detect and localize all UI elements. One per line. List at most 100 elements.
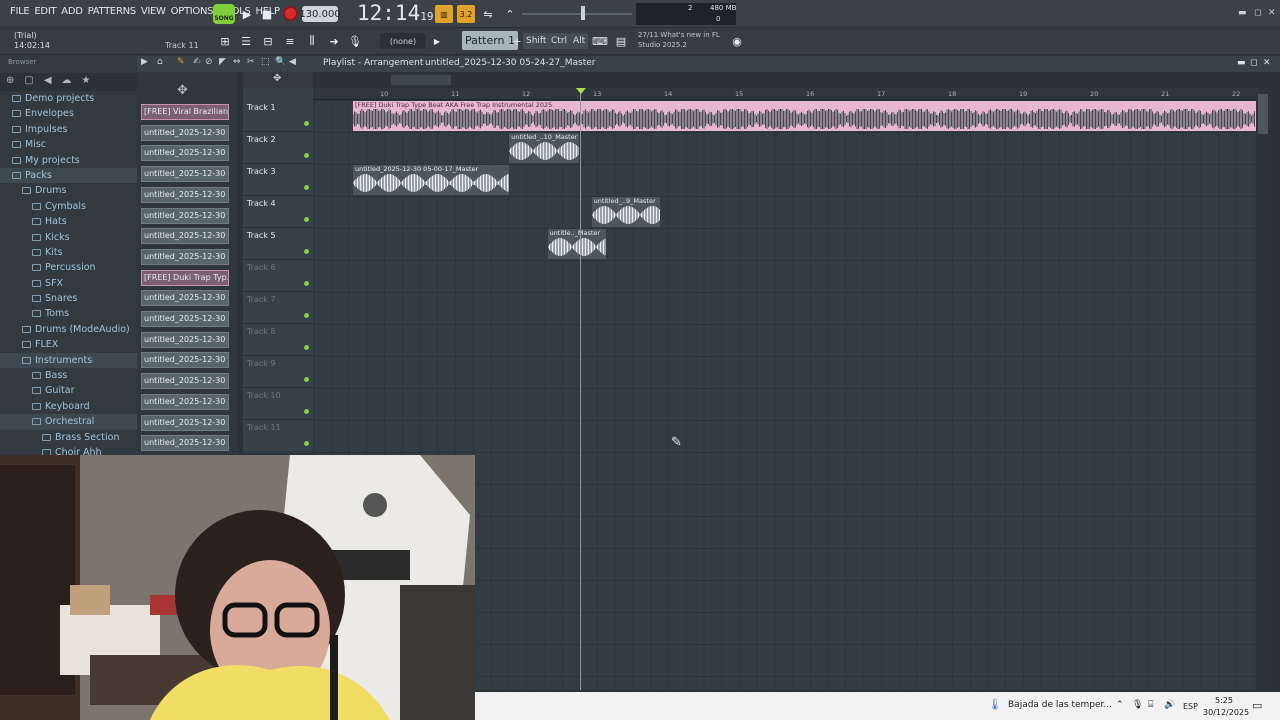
picker-channel[interactable]: untitled_2025-12-30 04-... — [141, 166, 229, 183]
microphone-tray-icon[interactable]: 🎙 — [1132, 700, 1143, 710]
taskbar-news[interactable]: Bajada de las temper... — [1008, 700, 1112, 710]
pattern-selector-none[interactable]: (none) — [380, 33, 426, 49]
track-mute-led[interactable] — [304, 377, 309, 382]
maximize-icon[interactable]: ◻ — [1254, 8, 1261, 18]
playlist-minimize-icon[interactable]: ▬ — [1237, 58, 1246, 68]
news-line-2[interactable]: Studio 2025.2 — [638, 41, 687, 49]
record-button[interactable] — [283, 6, 298, 21]
picker-channel[interactable]: untitled_2025-12-30 04-... — [141, 352, 229, 369]
track-header[interactable]: Track 10 — [243, 388, 313, 420]
playhead-marker[interactable] — [576, 88, 586, 94]
picker-channel[interactable]: untitled_2025-12-30 04-... — [141, 248, 229, 265]
menu-view[interactable]: VIEW — [141, 6, 166, 17]
loop-icon[interactable]: ⇋ — [479, 5, 497, 23]
picker-channel[interactable]: untitled_2025-12-30 04-... — [141, 124, 229, 141]
scrollbar-thumb[interactable] — [1258, 94, 1268, 134]
browser-item[interactable]: Keyboard — [0, 399, 137, 414]
browser-item[interactable]: Drums (ModeAudio) — [0, 322, 137, 337]
master-volume-slider[interactable] — [522, 13, 632, 15]
typing-keyboard-icon[interactable]: ⌨ — [591, 32, 609, 50]
picker-channel[interactable]: untitled_2025-12-30 04-... — [141, 393, 229, 410]
picker-channel[interactable]: untitled_2025-12-30 04-... — [141, 290, 229, 307]
track-header[interactable]: Track 4 — [243, 196, 313, 228]
track-header[interactable]: Track 5 — [243, 228, 313, 260]
track-mute-led[interactable] — [304, 217, 309, 222]
taskbar-time[interactable]: 5:25 — [1215, 696, 1233, 705]
picker-channel[interactable]: [FREE] Viral Brazilian... — [141, 104, 229, 120]
browser-item[interactable]: Impulses — [0, 122, 137, 137]
brush-icon[interactable]: ✍ — [193, 57, 201, 67]
play-button[interactable]: ▶ — [238, 5, 256, 23]
playhead[interactable] — [580, 90, 581, 690]
stop-button[interactable]: ■ — [258, 5, 276, 23]
picker-channel[interactable]: untitled_2025-12-30 04-... — [141, 145, 229, 162]
track-mute-led[interactable] — [304, 345, 309, 350]
track-mute-led[interactable] — [304, 313, 309, 318]
notifications-icon[interactable]: ▭ — [1252, 699, 1262, 712]
picker-channel[interactable]: [FREE] Duki Trap Typ... — [141, 269, 229, 286]
taskbar-date[interactable]: 30/12/2025 — [1203, 708, 1249, 717]
browser-item[interactable]: Demo projects — [0, 91, 137, 106]
browser-item[interactable]: Guitar — [0, 383, 137, 398]
track-header[interactable]: Track 9 — [243, 356, 313, 388]
menu-add[interactable]: ADD — [61, 6, 83, 17]
pitch-icon[interactable]: ⌃ — [501, 5, 519, 23]
news-icon[interactable]: ▤ — [612, 32, 630, 50]
song-position-clock[interactable]: 12:1419 — [357, 1, 433, 25]
browser-item[interactable]: FLEX — [0, 337, 137, 352]
track-header[interactable]: Track 3 — [243, 164, 313, 196]
slip-icon[interactable]: ⇔ — [233, 57, 241, 67]
audio-clip[interactable]: untitle.._Master — [547, 229, 606, 259]
browser-plugin-icon[interactable]: ◀ — [44, 75, 52, 89]
menu-patterns[interactable]: PATTERNS — [88, 6, 137, 17]
browser-item[interactable]: Drums — [0, 183, 137, 198]
news-line-1[interactable]: 27/11 What's new in FL — [638, 31, 720, 39]
menu-file[interactable]: FILE — [10, 6, 30, 17]
picker-channel[interactable]: untitled_2025-12-30 04-... — [141, 331, 229, 348]
track-mute-led[interactable] — [304, 185, 309, 190]
tempo-display[interactable]: 130.000 — [299, 6, 341, 22]
browser-item[interactable]: My projects — [0, 153, 137, 168]
track-header[interactable]: Track 8 — [243, 324, 313, 356]
timeline-ruler[interactable]: 10 11 12 13 14 15 16 17 18 19 20 21 22 — [313, 88, 1258, 100]
delete-icon[interactable]: ⊘ — [205, 57, 213, 67]
browser-item[interactable]: Toms — [0, 306, 137, 321]
arrangement-name[interactable]: untitled_2025-12-30 05-24-27_Master — [425, 58, 595, 68]
network-icon[interactable]: ⌸ — [1148, 700, 1153, 710]
browser-cloud-icon[interactable]: ☁ — [62, 75, 72, 89]
taskbar-language[interactable]: ESP — [1183, 702, 1198, 711]
volume-icon[interactable]: 🔊 — [1164, 700, 1175, 710]
track-tool-icon[interactable]: ✥ — [273, 73, 281, 84]
picker-channel[interactable]: untitled_2025-12-30 04-... — [141, 414, 229, 431]
pattern-prev-icon[interactable]: ▶ — [428, 32, 446, 50]
picker-channel[interactable]: untitled_2025-12-30 04-... — [141, 228, 229, 245]
piano-roll-icon[interactable]: ⊟ — [259, 32, 277, 50]
tray-chevron-icon[interactable]: ⌃ — [1116, 700, 1124, 710]
channel-rack-icon[interactable]: ≡ — [281, 32, 299, 50]
audio-clip[interactable]: [FREE] Duki Trap Type Beat AKA Free Trap… — [353, 101, 1256, 131]
playlist-icon[interactable]: ☰ — [237, 32, 255, 50]
track-mute-led[interactable] — [304, 409, 309, 414]
browser-item[interactable]: Hats — [0, 214, 137, 229]
browser-all-icon[interactable]: ⊕ — [6, 75, 14, 89]
browser-item[interactable]: Brass Section — [0, 430, 137, 445]
audio-clip[interactable]: untitled_..10_Master — [509, 133, 579, 163]
slice-icon[interactable]: ✂ — [247, 57, 255, 67]
browser-item[interactable]: Percussion — [0, 260, 137, 275]
playlist-magnet-icon[interactable]: ⌂ — [157, 57, 163, 67]
browser-file-icon[interactable]: ▢ — [24, 75, 33, 89]
menu-edit[interactable]: EDIT — [34, 6, 56, 17]
browser-item[interactable]: Kicks — [0, 230, 137, 245]
track-mute-led[interactable] — [304, 441, 309, 446]
browser-item[interactable]: SFX — [0, 276, 137, 291]
microphone-icon[interactable]: 🎙 — [346, 32, 364, 50]
alt-key-button[interactable]: Alt — [570, 33, 589, 49]
minimize-icon[interactable]: ▬ — [1238, 8, 1247, 18]
ctrl-key-button[interactable]: Ctrl — [548, 33, 571, 49]
track-mute-led[interactable] — [304, 121, 309, 126]
weather-icon[interactable]: 🌡 — [988, 698, 1002, 711]
master-volume-handle[interactable] — [581, 6, 585, 20]
browser-item[interactable]: Snares — [0, 291, 137, 306]
browser-item[interactable]: Bass — [0, 368, 137, 383]
vertical-scrollbar[interactable] — [1256, 88, 1270, 690]
